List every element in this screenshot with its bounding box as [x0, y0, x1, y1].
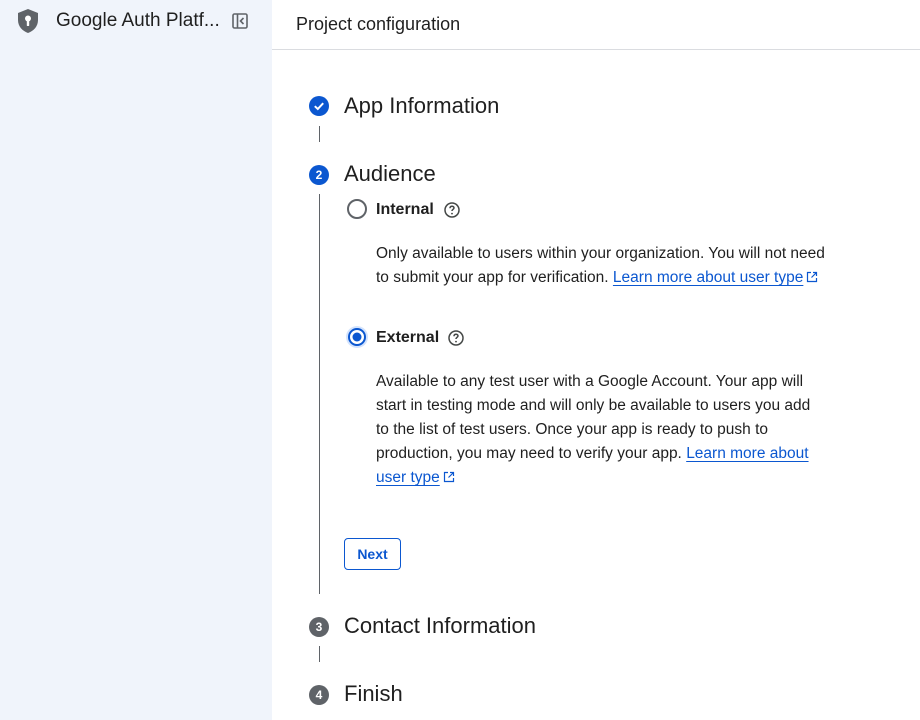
next-button[interactable]: Next: [344, 538, 401, 570]
external-description: Available to any test user with a Google…: [376, 373, 811, 486]
page-title: Project configuration: [296, 14, 461, 34]
radio-external-label[interactable]: External: [376, 329, 439, 347]
main-content: Project configuration App Information 2 …: [272, 0, 920, 720]
step-finish[interactable]: Finish: [344, 681, 403, 707]
help-icon[interactable]: [447, 329, 465, 347]
step-marker-3: 3: [309, 617, 329, 637]
help-icon[interactable]: [443, 201, 461, 219]
step-contact-information[interactable]: Contact Information: [344, 613, 536, 639]
radio-internal[interactable]: [346, 198, 368, 220]
step-marker-4: 4: [309, 685, 329, 705]
step-complete-check-icon: [309, 96, 329, 116]
brand[interactable]: Google Auth Platf...: [16, 8, 220, 34]
shield-keyhole-icon: [18, 9, 38, 33]
step-connector: [319, 126, 320, 142]
open-in-new-icon: [443, 471, 454, 483]
internal-description: Only available to users within your orga…: [376, 245, 825, 286]
step-connector: [319, 194, 320, 594]
sidebar: Google Auth Platf...: [0, 0, 272, 720]
open-in-new-icon: [807, 271, 818, 283]
page-header: Project configuration: [272, 0, 920, 50]
radio-internal-label[interactable]: Internal: [376, 201, 434, 219]
learn-more-user-type-link[interactable]: Learn more about user type: [613, 269, 818, 286]
radio-external[interactable]: [346, 326, 368, 348]
step-connector: [319, 646, 320, 662]
step-app-information[interactable]: App Information: [344, 93, 499, 119]
app-title: Google Auth Platf...: [56, 10, 220, 31]
collapse-sidebar-icon[interactable]: [231, 12, 249, 30]
step-marker-2: 2: [309, 165, 329, 185]
step-audience[interactable]: Audience: [344, 161, 436, 187]
